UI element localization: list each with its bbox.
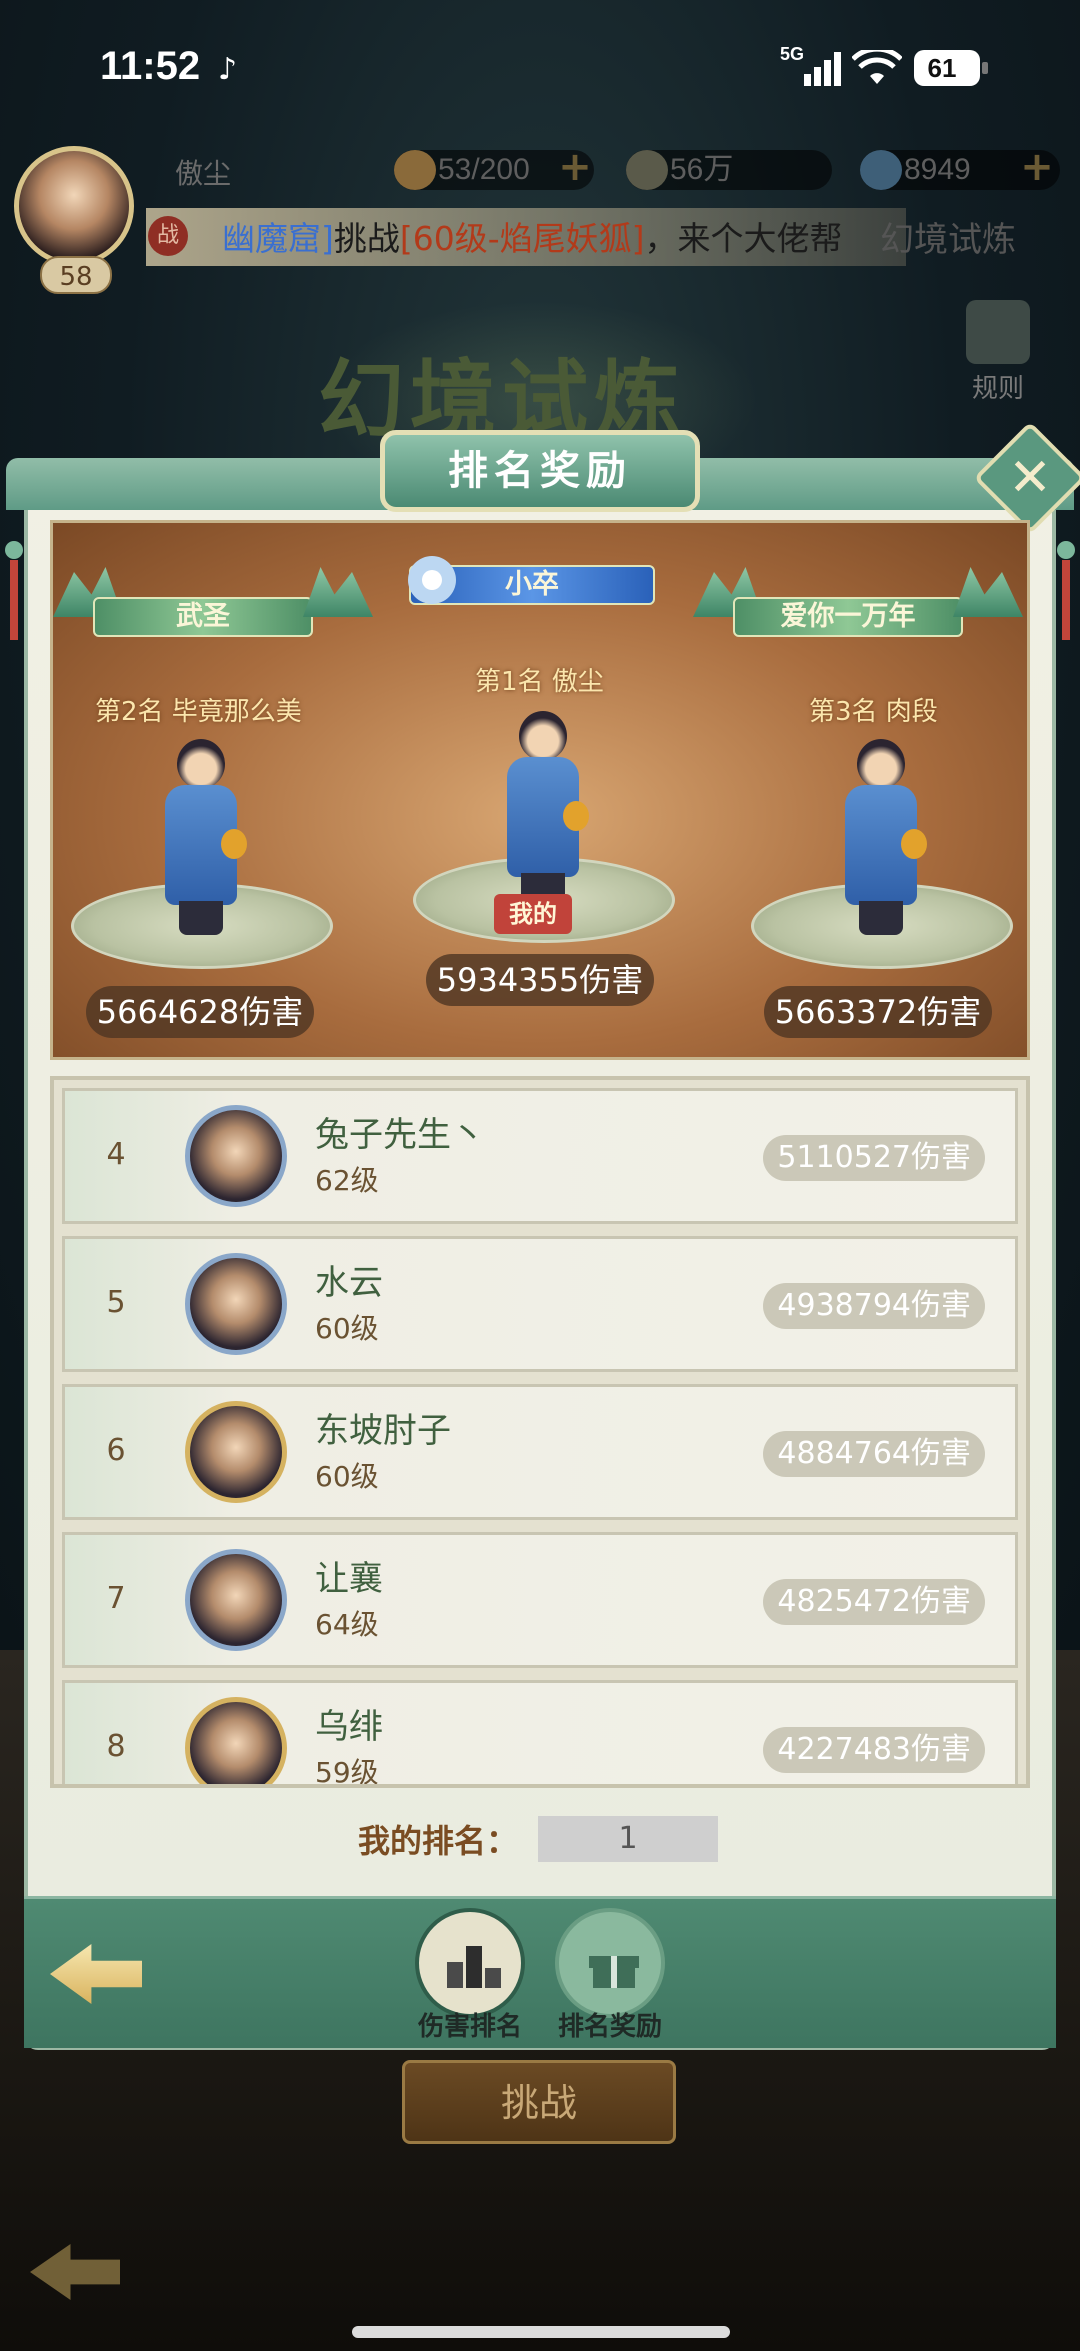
battle-badge-icon: 战	[148, 216, 188, 256]
player-avatar-icon[interactable]	[185, 1401, 287, 1503]
tab-damage-rank-label: 伤害排名	[417, 2012, 522, 2042]
ranking-row[interactable]: 5 水云 60级 4938794伤害	[62, 1236, 1018, 1372]
player-level: 60级	[315, 1460, 379, 1493]
player-level: 62级	[315, 1164, 379, 1197]
rank-number: 6	[106, 1433, 126, 1468]
player-name: 水云	[315, 1263, 383, 1303]
rules-icon	[966, 300, 1030, 364]
damage-value: 4884764伤害	[763, 1431, 985, 1477]
player-avatar-icon[interactable]	[185, 1549, 287, 1651]
battery-icon: 61	[914, 50, 988, 86]
panel-title-banner: 排名奖励	[380, 430, 700, 512]
title-third: 爱你一万年	[780, 601, 916, 632]
hero-second-figure[interactable]	[155, 729, 247, 939]
title-second: 武圣	[176, 601, 230, 632]
player-name: 傲尘	[175, 157, 232, 190]
rank-number: 7	[106, 1581, 126, 1616]
player-level-badge: 58	[40, 256, 112, 294]
player-level: 59级	[315, 1756, 379, 1788]
home-indicator[interactable]	[352, 2326, 730, 2338]
gem-value: 8949	[904, 153, 971, 186]
close-icon: ✕	[1008, 448, 1052, 508]
challenge-button[interactable]: 挑战	[402, 2060, 676, 2144]
coin-icon	[626, 150, 668, 190]
broadcast-action: 挑战	[333, 219, 400, 258]
stamina-icon	[394, 150, 436, 190]
broadcast-message: 幽魔窟]挑战[60级-焰尾妖狐]，来个大佬帮	[222, 212, 843, 260]
damage-second: 5664628伤害	[86, 986, 314, 1038]
hero-first-figure[interactable]	[497, 701, 589, 911]
right-tassel-icon	[1056, 500, 1076, 660]
player-avatar-icon[interactable]	[185, 1253, 287, 1355]
mountain-decoration-icon	[303, 567, 373, 617]
title-plate-second: 武圣	[93, 589, 313, 643]
clock: 11:52	[100, 44, 201, 88]
damage-value: 4825472伤害	[763, 1579, 985, 1625]
broadcast-suffix: ，来个大佬帮	[644, 219, 843, 258]
stamina-value: 53/200	[438, 153, 530, 186]
rank-first-label: 第1名 傲尘	[475, 667, 604, 697]
title-plate-third: 爱你一万年	[733, 589, 963, 643]
tab-damage-rank[interactable]: 伤害排名	[410, 1908, 530, 2048]
gem-icon	[860, 150, 902, 190]
my-rank-label: 我的排名：	[358, 1822, 519, 1860]
player-level: 60级	[315, 1312, 379, 1345]
player-name: 东坡肘子	[315, 1411, 451, 1451]
ranking-row[interactable]: 7 让襄 64级 4825472伤害	[62, 1532, 1018, 1668]
coin-counter: 56万	[626, 150, 832, 190]
damage-value: 4938794伤害	[763, 1283, 985, 1329]
add-stamina-button[interactable]: +	[556, 147, 594, 188]
ranking-list[interactable]: 4 兔子先生丶 62级 5110527伤害 5 水云 60级 4938794伤害…	[50, 1076, 1030, 1788]
damage-value: 5110527伤害	[763, 1135, 985, 1181]
player-name: 让襄	[315, 1559, 383, 1599]
ranking-row[interactable]: 8 乌绯 59级 4227483伤害	[62, 1680, 1018, 1788]
rank-third-label: 第3名 肉段	[809, 697, 938, 727]
broadcast-target: [60级-焰尾妖狐]	[399, 219, 645, 258]
rank-number: 4	[106, 1137, 126, 1172]
coin-value: 56万	[670, 153, 734, 186]
tiktok-icon: ♪	[218, 52, 238, 87]
wifi-icon	[852, 50, 902, 84]
player-name: 乌绯	[315, 1707, 383, 1747]
player-avatar[interactable]	[14, 146, 134, 266]
rules-button[interactable]: 规则	[950, 300, 1046, 410]
player-avatar-icon[interactable]	[185, 1697, 287, 1784]
mine-tag: 我的	[494, 894, 572, 934]
player-avatar-icon[interactable]	[185, 1105, 287, 1207]
ranking-row[interactable]: 4 兔子先生丶 62级 5110527伤害	[62, 1088, 1018, 1224]
broadcast-location: 幽魔窟]	[222, 219, 334, 258]
rank-second-label: 第2名 毕竟那么美	[95, 697, 302, 727]
rank-number: 8	[106, 1729, 126, 1764]
damage-value: 4227483伤害	[763, 1727, 985, 1773]
signal-icon	[804, 52, 841, 86]
left-tassel-icon	[4, 500, 24, 660]
damage-third: 5663372伤害	[764, 986, 992, 1038]
player-name: 兔子先生丶	[315, 1115, 485, 1155]
gift-icon	[555, 1908, 665, 2018]
panel-title: 排名奖励	[448, 448, 632, 494]
my-rank-value: 1	[538, 1816, 718, 1862]
status-bar: 11:52 ♪ 5G 61	[0, 0, 1080, 140]
add-gem-button[interactable]: +	[1018, 147, 1056, 188]
snowflake-flower-icon	[408, 556, 456, 604]
rank-number: 5	[106, 1285, 126, 1320]
hero-third-figure[interactable]	[835, 729, 927, 939]
podium-icon	[415, 1908, 525, 2018]
tab-rank-reward[interactable]: 排名奖励	[550, 1908, 670, 2048]
mountain-decoration-icon	[953, 567, 1023, 617]
mode-title-tail: 幻境试炼	[880, 220, 1016, 260]
damage-first: 5934355伤害	[426, 954, 654, 1006]
rules-label: 规则	[971, 374, 1024, 404]
battery-level: 61	[927, 53, 957, 83]
player-level: 64级	[315, 1608, 379, 1641]
ranking-row[interactable]: 6 东坡肘子 60级 4884764伤害	[62, 1384, 1018, 1520]
tab-rank-reward-label: 排名奖励	[557, 2012, 662, 2042]
